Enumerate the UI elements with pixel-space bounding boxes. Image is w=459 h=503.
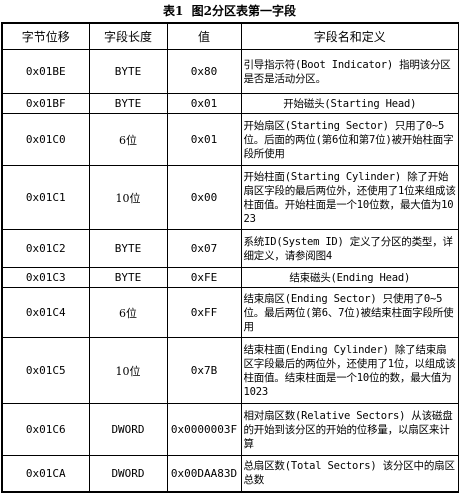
definition-cell: 开始磁头(Starting Head) — [240, 93, 459, 114]
table-caption: 表1 图2分区表第一字段 — [162, 4, 297, 18]
length-cell: 10位 — [88, 165, 168, 230]
table-row: 0x01C2 BYTE 0x07 系统ID(System ID) 定义了分区的类… — [1, 229, 459, 268]
value-cell: 0x07 — [166, 229, 242, 268]
length-cell: DWORD — [88, 403, 168, 456]
length-cell: BYTE — [88, 49, 168, 94]
value-cell: 0x01 — [166, 93, 242, 114]
table-row: 0x01C4 6位 0xFF 结束扇区(Ending Sector) 只使用了0… — [1, 287, 459, 338]
value-cell: 0x0000003F — [166, 403, 242, 456]
offset-cell: 0x01CA — [1, 455, 90, 492]
offset-cell: 0x01C4 — [1, 287, 90, 338]
value-cell: 0xFE — [166, 267, 242, 288]
table-row: 0x01C5 10位 0x7B 结束柱面(Ending Cylinder) 除了… — [1, 337, 459, 404]
partition-field-table: 字节位移 字段长度 值 字段名和定义 0x01BE BYTE 0x80 引导指示… — [1, 22, 459, 493]
value-cell: 0x00DAA83D — [166, 455, 242, 492]
table-row: 0x01C3 BYTE 0xFE 结束磁头(Ending Head) — [1, 267, 459, 288]
table-row: 0x01C6 DWORD 0x0000003F 相对扇区数(Relative S… — [1, 403, 459, 456]
length-cell: 6位 — [88, 287, 168, 338]
definition-cell: 系统ID(System ID) 定义了分区的类型，详细定义，请参阅图4 — [240, 229, 459, 268]
definition-cell: 结束柱面(Ending Cylinder) 除了结束扇区字段最后的两位外，还使用… — [240, 337, 459, 404]
table-row: 0x01C1 10位 0x00 开始柱面(Starting Cylinder) … — [1, 165, 459, 230]
length-cell: 6位 — [88, 113, 168, 166]
offset-cell: 0x01C2 — [1, 229, 90, 268]
value-cell: 0xFF — [166, 287, 242, 338]
value-cell: 0x80 — [166, 49, 242, 94]
offset-cell: 0x01C3 — [1, 267, 90, 288]
length-cell: BYTE — [88, 229, 168, 268]
value-cell: 0x01 — [166, 113, 242, 166]
table-row: 0x01CA DWORD 0x00DAA83D 总扇区数(Total Secto… — [1, 455, 459, 492]
length-cell: BYTE — [88, 267, 168, 288]
definition-cell: 引导指示符(Boot Indicator) 指明该分区是否是活动分区。 — [240, 49, 459, 94]
offset-cell: 0x01BF — [1, 93, 90, 114]
value-cell: 0x7B — [166, 337, 242, 404]
length-cell: 10位 — [88, 337, 168, 404]
definition-cell: 开始扇区(Starting Sector) 只用了0~5位。后面的两位(第6位和… — [240, 113, 459, 166]
offset-cell: 0x01C5 — [1, 337, 90, 404]
definition-cell: 结束扇区(Ending Sector) 只使用了0~5位。最后两位(第6、7位)… — [240, 287, 459, 338]
table-row: 0x01BF BYTE 0x01 开始磁头(Starting Head) — [1, 93, 459, 114]
definition-cell: 相对扇区数(Relative Sectors) 从该磁盘的开始到该分区的开始的位… — [240, 403, 459, 456]
header-row: 字节位移 字段长度 值 字段名和定义 — [1, 22, 459, 50]
offset-cell: 0x01BE — [1, 49, 90, 94]
table-row: 0x01BE BYTE 0x80 引导指示符(Boot Indicator) 指… — [1, 49, 459, 94]
definition-cell: 开始柱面(Starting Cylinder) 除了开始扇区字段的最后两位外，还… — [240, 165, 459, 230]
table-row: 0x01C0 6位 0x01 开始扇区(Starting Sector) 只用了… — [1, 113, 459, 166]
column-header-length: 字段长度 — [88, 22, 168, 50]
definition-cell: 结束磁头(Ending Head) — [240, 267, 459, 288]
definition-cell: 总扇区数(Total Sectors) 该分区中的扇区总数 — [240, 455, 459, 492]
value-cell: 0x00 — [166, 165, 242, 230]
column-header-value: 值 — [166, 22, 242, 50]
length-cell: BYTE — [88, 93, 168, 114]
offset-cell: 0x01C1 — [1, 165, 90, 230]
offset-cell: 0x01C0 — [1, 113, 90, 166]
length-cell: DWORD — [88, 455, 168, 492]
offset-cell: 0x01C6 — [1, 403, 90, 456]
column-header-offset: 字节位移 — [1, 22, 90, 50]
column-header-definition: 字段名和定义 — [240, 22, 459, 50]
